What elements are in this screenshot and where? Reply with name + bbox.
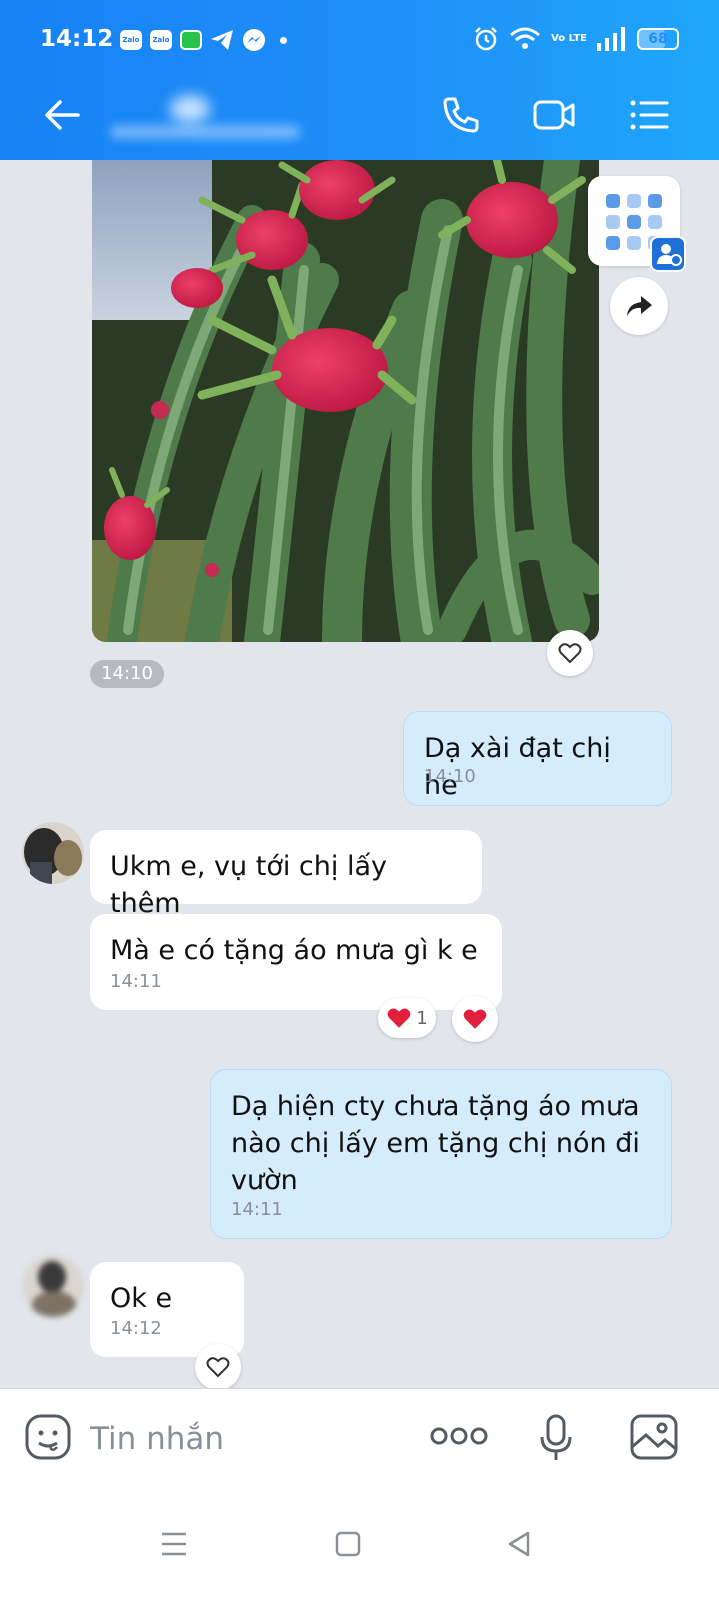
message-line: vườn — [231, 1165, 298, 1196]
heart-icon — [463, 1009, 487, 1029]
network-label: Vo LTE — [551, 33, 587, 44]
heart-outline-icon — [558, 643, 582, 664]
message-text: Ukm e, vụ tới chị lấy thêm — [110, 851, 387, 919]
contact-name-blurred[interactable] — [110, 95, 310, 141]
message-time: 14:11 — [231, 1199, 283, 1220]
outgoing-message[interactable]: Dạ hiện cty chưa tặng áo mưa nào chị lấy… — [210, 1069, 672, 1239]
image-gallery-icon[interactable] — [629, 1413, 679, 1461]
zalo-icon: Zalo — [150, 30, 172, 50]
reaction-summary[interactable]: 1 — [378, 998, 436, 1038]
blurred-name-part — [110, 125, 300, 139]
message-composer — [0, 1388, 719, 1489]
message-text: Mà e có tặng áo mưa gì k e — [110, 935, 478, 966]
notification-icons: Zalo Zalo — [120, 28, 287, 52]
sender-avatar[interactable] — [22, 822, 84, 884]
recent-apps-icon[interactable] — [154, 1524, 194, 1564]
zalo-icon: Zalo — [120, 30, 142, 50]
system-navigation-bar — [0, 1488, 719, 1603]
message-line: Dạ hiện cty chưa tặng áo mưa — [231, 1091, 640, 1122]
green-app-icon — [180, 30, 202, 50]
message-time: 14:11 — [110, 971, 162, 992]
system-icons: Vo LTE 68 — [473, 26, 679, 52]
back-arrow-icon[interactable] — [40, 93, 84, 137]
video-call-icon[interactable] — [530, 91, 578, 139]
status-time: 14:12 — [40, 26, 114, 52]
telegram-icon — [211, 30, 233, 50]
back-triangle-icon[interactable] — [500, 1524, 540, 1564]
incoming-message[interactable]: Ok e 14:12 — [90, 1262, 244, 1357]
message-time: 14:12 — [110, 1318, 162, 1339]
photo-message[interactable] — [92, 160, 599, 642]
more-notifications-dot — [280, 36, 287, 44]
chat-header: 14:12 Zalo Zalo Vo LTE 68 — [0, 0, 719, 160]
signal-icon — [597, 27, 625, 51]
battery-indicator: 68 — [637, 28, 679, 50]
chat-nav-row — [0, 85, 719, 145]
messenger-icon — [243, 29, 265, 51]
heart-reaction-button[interactable] — [195, 1344, 241, 1390]
add-heart-reaction[interactable] — [452, 996, 498, 1042]
message-time: 14:10 — [424, 766, 476, 787]
home-icon[interactable] — [328, 1524, 368, 1564]
incoming-message[interactable]: Ukm e, vụ tới chị lấy thêm — [90, 830, 482, 919]
share-arrow-icon — [627, 296, 652, 316]
wifi-icon — [510, 27, 541, 49]
microphone-icon[interactable] — [538, 1413, 574, 1463]
heart-outline-icon — [206, 1357, 230, 1378]
outgoing-message[interactable]: Dạ xài đạt chị he 14:10 — [403, 711, 672, 806]
message-line: nào chị lấy em tặng chị nón đi — [231, 1128, 640, 1159]
reaction-count: 1 — [416, 1007, 428, 1029]
status-bar: 14:12 Zalo Zalo Vo LTE 68 — [0, 22, 719, 62]
contact-card-icon[interactable] — [650, 236, 686, 272]
blurred-name-part — [170, 95, 210, 123]
forward-share-button[interactable] — [610, 277, 668, 335]
alarm-icon — [475, 27, 497, 51]
photo-heart-reaction[interactable] — [547, 630, 593, 676]
photo-timestamp: 14:10 — [90, 660, 164, 688]
heart-icon — [387, 1008, 411, 1028]
message-input[interactable] — [88, 1415, 412, 1463]
menu-list-icon[interactable] — [625, 91, 673, 139]
incoming-message[interactable]: Mà e có tặng áo mưa gì k e 14:11 — [90, 914, 502, 1010]
battery-level: 68 — [648, 31, 668, 47]
dragon-fruit-photo — [92, 160, 599, 642]
sticker-emoji-icon[interactable] — [24, 1413, 72, 1461]
phone-call-icon[interactable] — [437, 91, 485, 139]
more-options-icon[interactable] — [430, 1425, 488, 1447]
sender-avatar[interactable] — [22, 1255, 84, 1317]
